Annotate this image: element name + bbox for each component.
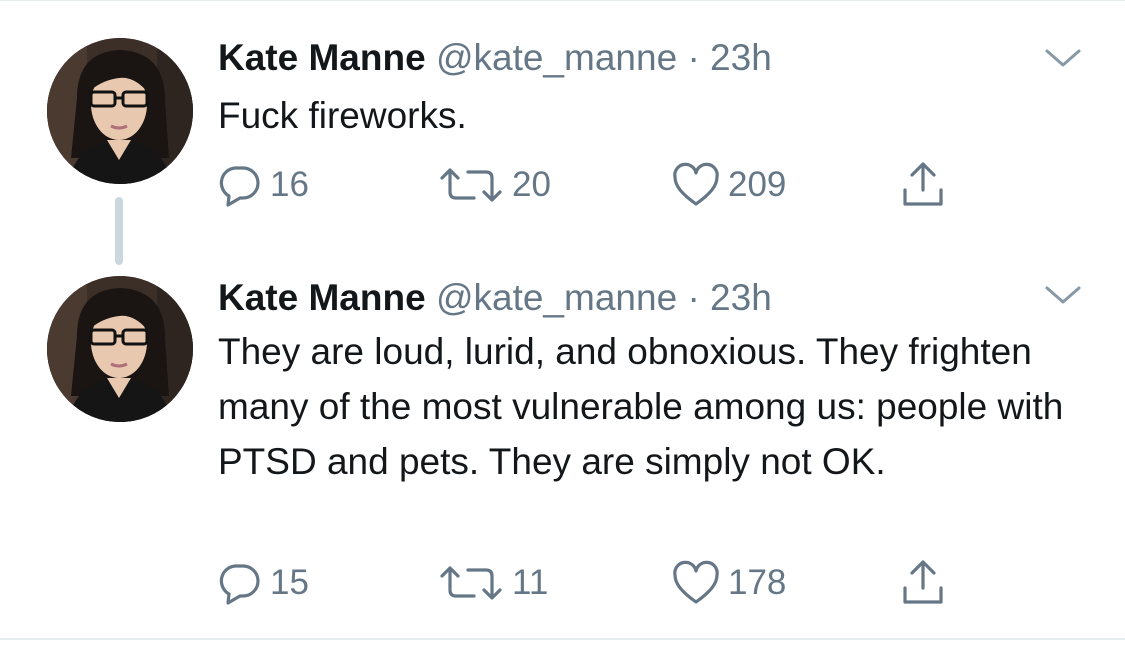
like-icon xyxy=(672,162,720,208)
tweet[interactable]: Kate Manne @kate_manne · 23h They are lo… xyxy=(0,240,1125,638)
retweet-count: 20 xyxy=(512,165,551,204)
action-bar: 16 20 209 xyxy=(0,160,1125,210)
reply-button[interactable]: 15 xyxy=(216,558,309,608)
share-button[interactable] xyxy=(900,160,946,210)
action-bar: 15 11 178 xyxy=(0,558,1125,608)
tweet-text: Fuck fireworks. xyxy=(218,95,467,136)
retweet-icon xyxy=(438,162,504,208)
retweet-button[interactable]: 11 xyxy=(438,558,548,608)
user-handle[interactable]: @kate_manne xyxy=(436,277,677,318)
user-handle[interactable]: @kate_manne xyxy=(436,37,677,78)
share-icon xyxy=(900,558,946,608)
chevron-down-icon[interactable] xyxy=(1043,47,1083,71)
separator: · xyxy=(687,37,700,78)
timestamp[interactable]: 23h xyxy=(710,277,772,318)
avatar[interactable] xyxy=(47,276,193,422)
separator: · xyxy=(687,277,700,318)
tweet[interactable]: Kate Manne @kate_manne · 23h Fuck firewo… xyxy=(0,0,1125,265)
bottom-divider xyxy=(0,638,1125,640)
retweet-button[interactable]: 20 xyxy=(438,160,551,210)
tweet-header: Kate Manne @kate_manne · 23h xyxy=(218,36,772,80)
reply-icon xyxy=(216,560,262,606)
timestamp[interactable]: 23h xyxy=(710,37,772,78)
reply-count: 16 xyxy=(270,165,309,204)
user-name[interactable]: Kate Manne xyxy=(218,37,426,78)
like-count: 178 xyxy=(728,563,787,602)
reply-button[interactable]: 16 xyxy=(216,160,309,210)
like-button[interactable]: 178 xyxy=(672,558,786,608)
retweet-count: 11 xyxy=(512,563,549,602)
tweet-header: Kate Manne @kate_manne · 23h xyxy=(218,276,772,320)
tweet-text: They are loud, lurid, and obnoxious. The… xyxy=(218,331,1064,482)
share-button[interactable] xyxy=(900,558,946,608)
reply-count: 15 xyxy=(270,563,309,602)
like-count: 209 xyxy=(728,165,787,204)
retweet-icon xyxy=(438,560,504,606)
reply-icon xyxy=(216,162,262,208)
chevron-down-icon[interactable] xyxy=(1043,284,1083,308)
user-name[interactable]: Kate Manne xyxy=(218,277,426,318)
like-button[interactable]: 209 xyxy=(672,160,786,210)
share-icon xyxy=(900,160,946,210)
like-icon xyxy=(672,560,720,606)
